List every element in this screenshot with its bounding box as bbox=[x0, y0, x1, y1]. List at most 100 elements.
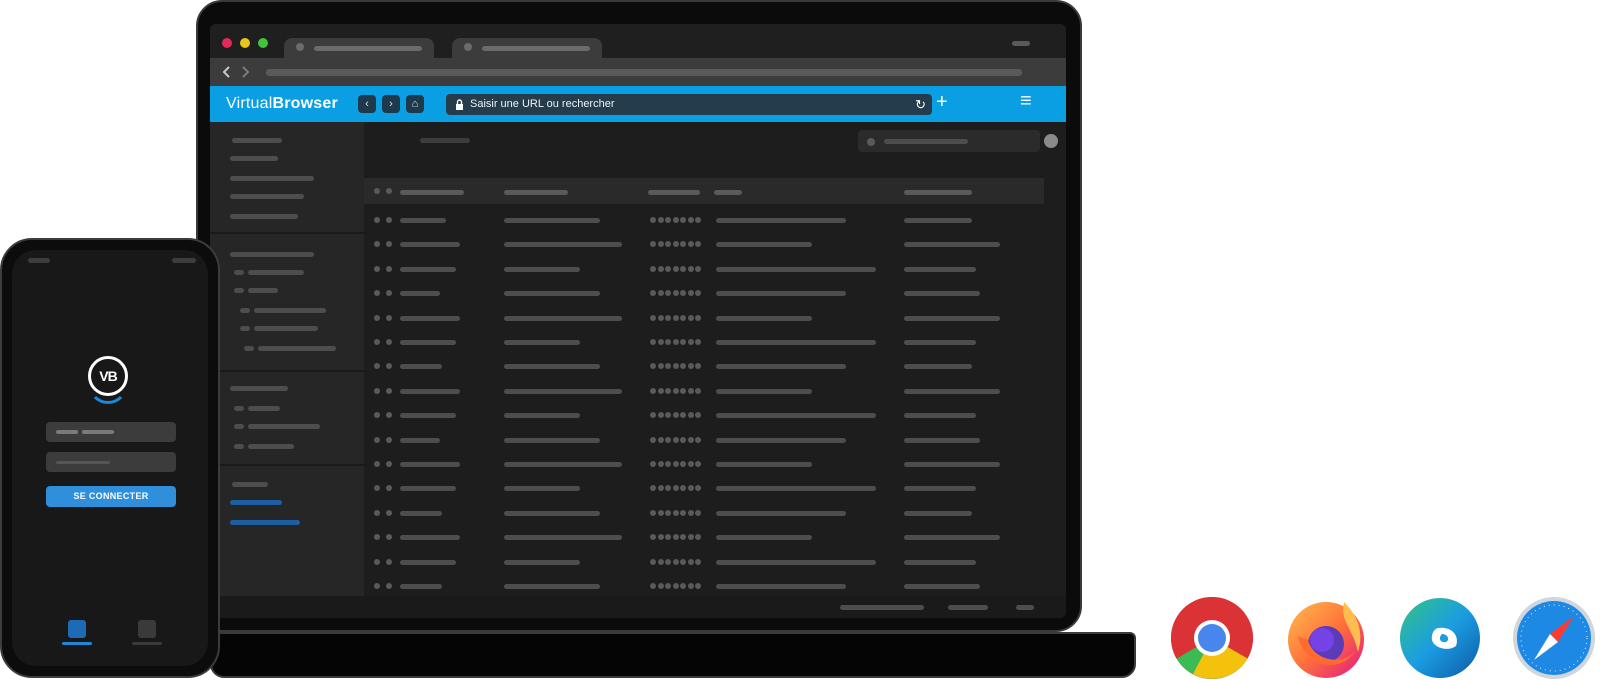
rating-dot bbox=[695, 436, 701, 443]
row-checkbox[interactable] bbox=[374, 339, 380, 345]
row-checkbox[interactable] bbox=[374, 314, 380, 321]
main-content bbox=[364, 122, 1066, 596]
table-row[interactable] bbox=[364, 387, 1044, 397]
rating-dot bbox=[650, 290, 656, 297]
sidebar-item[interactable] bbox=[258, 346, 336, 351]
row-checkbox[interactable] bbox=[374, 485, 380, 492]
sidebar-link[interactable] bbox=[230, 500, 282, 505]
column-header[interactable] bbox=[400, 190, 464, 195]
rating-dot bbox=[687, 436, 694, 443]
login-button[interactable]: SE CONNECTER bbox=[46, 486, 176, 507]
sidebar-item[interactable] bbox=[248, 406, 280, 411]
rating-dot bbox=[665, 509, 671, 516]
username-field[interactable] bbox=[46, 422, 176, 442]
new-tab-button[interactable]: + bbox=[936, 91, 948, 113]
rating-dot bbox=[657, 290, 664, 297]
os-tab-1[interactable] bbox=[284, 38, 434, 58]
row-checkbox[interactable] bbox=[374, 412, 380, 419]
os-window-control[interactable] bbox=[1012, 41, 1030, 46]
rating-dot bbox=[672, 339, 679, 345]
table-row[interactable] bbox=[364, 582, 1044, 592]
rating-dot bbox=[650, 461, 656, 467]
row-checkbox[interactable] bbox=[374, 436, 380, 443]
address-bar[interactable]: Saisir une URL ou rechercher ↻ bbox=[446, 94, 932, 115]
table-row[interactable] bbox=[364, 338, 1044, 348]
virtualbrowser-logo: VirtualBrowser bbox=[226, 95, 338, 112]
table-row[interactable] bbox=[364, 484, 1044, 494]
table-row[interactable] bbox=[364, 314, 1044, 324]
sidebar-item[interactable] bbox=[254, 326, 318, 331]
table-row[interactable] bbox=[364, 240, 1044, 250]
table-row[interactable] bbox=[364, 558, 1044, 568]
sidebar-item[interactable] bbox=[254, 308, 326, 313]
row-checkbox[interactable] bbox=[374, 265, 380, 272]
footer-page-size[interactable] bbox=[948, 605, 988, 610]
sidebar-item[interactable] bbox=[230, 176, 314, 181]
column-header[interactable] bbox=[714, 190, 742, 195]
rating-dot bbox=[657, 387, 664, 394]
rating-dot bbox=[650, 436, 656, 443]
column-header[interactable] bbox=[648, 190, 700, 195]
sidebar-link[interactable] bbox=[230, 520, 300, 525]
column-header[interactable] bbox=[904, 190, 972, 195]
table-row[interactable] bbox=[364, 289, 1044, 299]
home-button[interactable]: ⌂ bbox=[406, 95, 424, 113]
table-row[interactable] bbox=[364, 216, 1044, 226]
footer-pagination[interactable] bbox=[840, 605, 924, 610]
sidebar-item[interactable] bbox=[230, 214, 298, 219]
rating-dot bbox=[687, 461, 694, 467]
rating-dot bbox=[695, 461, 701, 467]
row-checkbox[interactable] bbox=[374, 241, 380, 248]
row-checkbox[interactable] bbox=[374, 217, 380, 223]
password-field[interactable] bbox=[46, 452, 176, 472]
user-avatar-icon[interactable] bbox=[1044, 134, 1058, 148]
row-checkbox[interactable] bbox=[374, 509, 380, 516]
phone-tab-second-icon[interactable] bbox=[138, 620, 156, 638]
sidebar-item[interactable] bbox=[230, 194, 304, 199]
forward-button[interactable]: › bbox=[382, 95, 400, 113]
os-back-icon[interactable] bbox=[222, 66, 232, 78]
os-address-bar[interactable] bbox=[266, 69, 1022, 76]
row-checkbox[interactable] bbox=[374, 387, 380, 394]
rating-dot bbox=[665, 241, 671, 248]
sidebar-item[interactable] bbox=[248, 288, 278, 293]
os-tab-2[interactable] bbox=[452, 38, 602, 58]
sidebar-item[interactable] bbox=[230, 156, 278, 161]
rating-dot bbox=[650, 583, 656, 589]
row-checkbox[interactable] bbox=[374, 290, 380, 297]
table-row[interactable] bbox=[364, 411, 1044, 421]
table-row[interactable] bbox=[364, 460, 1044, 470]
table-cell bbox=[716, 535, 812, 541]
row-checkbox[interactable] bbox=[374, 583, 380, 589]
table-cell bbox=[904, 364, 972, 370]
row-checkbox[interactable] bbox=[374, 461, 380, 467]
reload-icon[interactable]: ↻ bbox=[915, 97, 926, 113]
table-cell bbox=[716, 315, 812, 321]
search-box[interactable] bbox=[858, 130, 1040, 152]
rating-dot bbox=[665, 412, 671, 419]
table-row[interactable] bbox=[364, 265, 1044, 275]
table-row[interactable] bbox=[364, 533, 1044, 543]
table-row[interactable] bbox=[364, 362, 1044, 372]
table-cell bbox=[400, 559, 456, 565]
sidebar-item[interactable] bbox=[248, 424, 320, 429]
row-checkbox[interactable] bbox=[374, 534, 380, 541]
footer-control[interactable] bbox=[1016, 605, 1034, 610]
header-checkbox[interactable] bbox=[374, 188, 380, 194]
row-checkbox[interactable] bbox=[374, 558, 380, 565]
rating-dot bbox=[695, 558, 701, 565]
table-row[interactable] bbox=[364, 436, 1044, 446]
vb-logo: VB bbox=[88, 356, 128, 396]
back-button[interactable]: ‹ bbox=[358, 95, 376, 113]
sidebar-item[interactable] bbox=[248, 444, 294, 449]
sidebar-item[interactable] bbox=[248, 270, 304, 275]
table-row[interactable] bbox=[364, 509, 1044, 519]
menu-icon[interactable]: ≡ bbox=[1020, 90, 1032, 112]
phone-tab-home-icon[interactable] bbox=[68, 620, 86, 638]
minimize-window-dot[interactable] bbox=[240, 38, 250, 48]
column-header[interactable] bbox=[504, 190, 568, 195]
maximize-window-dot[interactable] bbox=[258, 38, 268, 48]
close-window-dot[interactable] bbox=[222, 38, 232, 48]
os-forward-icon[interactable] bbox=[240, 66, 250, 78]
row-checkbox[interactable] bbox=[374, 363, 380, 370]
